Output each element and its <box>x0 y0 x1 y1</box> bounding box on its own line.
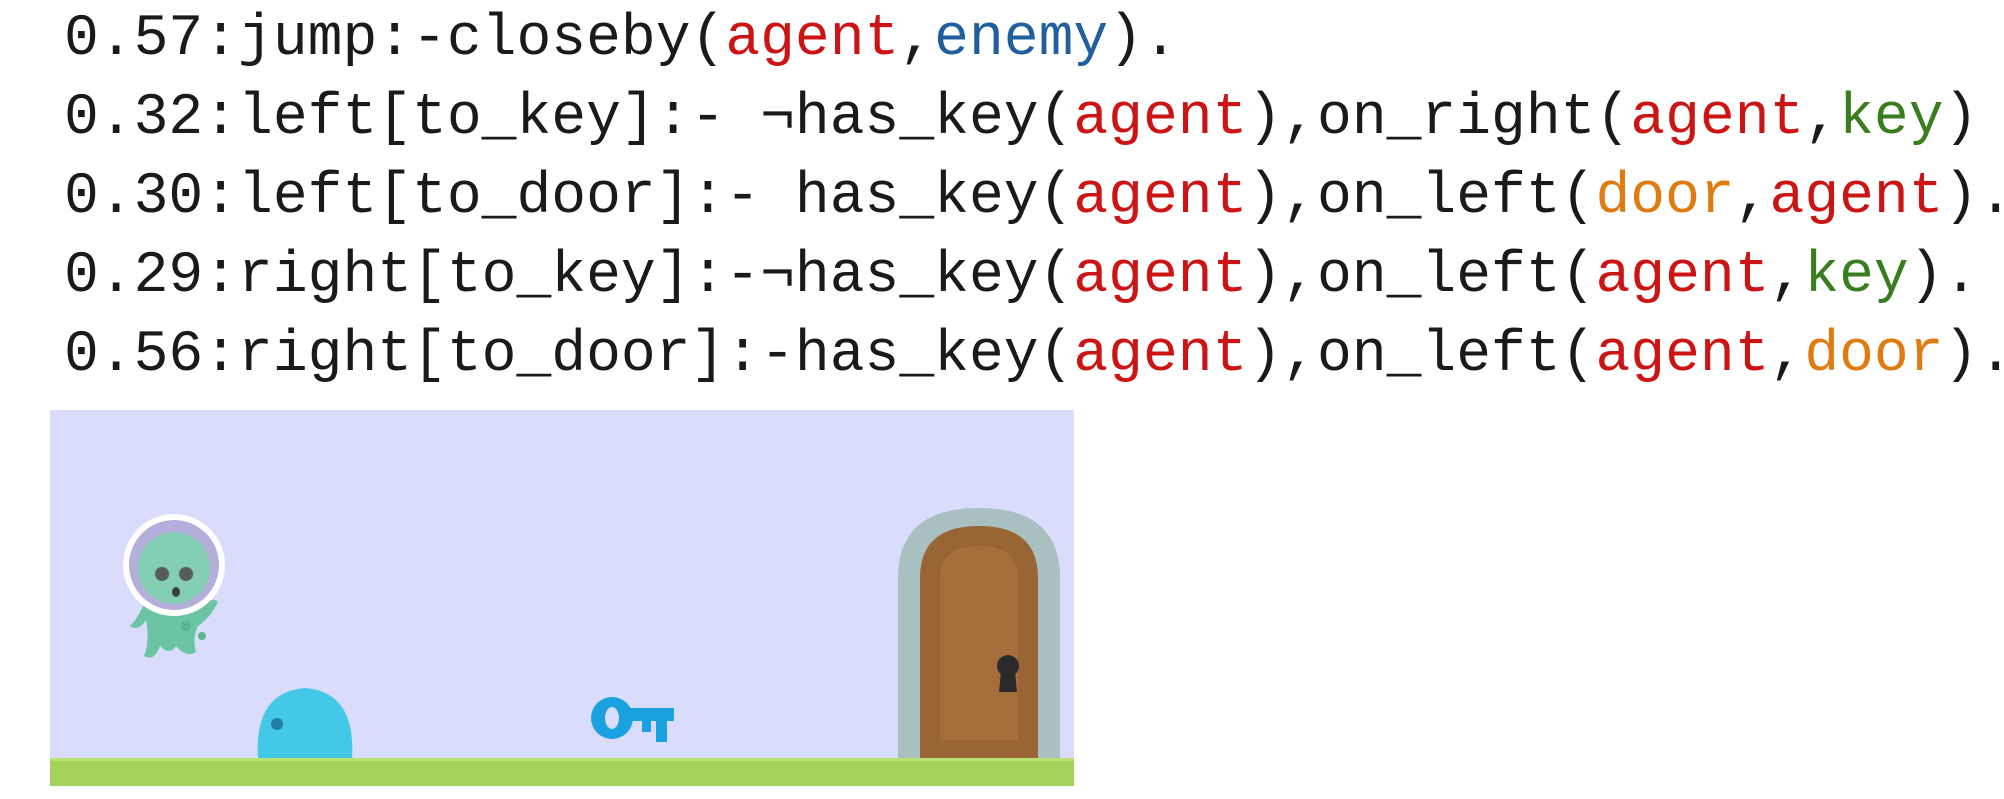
ground <box>50 758 1074 786</box>
rule-term-enemy: enemy <box>934 7 1109 72</box>
rule-text: 0.56:right[to_door]:-has_key( <box>64 323 1074 388</box>
rule-term-agent: agent <box>725 7 900 72</box>
rule-text: 0.57:jump:-closeby( <box>64 7 726 72</box>
rule-text: ) <box>1943 86 1979 151</box>
rule-term-agent: agent <box>1595 244 1770 309</box>
rule-text: , <box>899 7 935 72</box>
rule-line: 0.29:right[to_key]:-¬has_key(agent),on_l… <box>64 237 2000 316</box>
rule-text: ),on_right( <box>1247 86 1631 151</box>
rule-term-agent: agent <box>1073 86 1248 151</box>
rule-text: , <box>1769 323 1805 388</box>
rule-term-agent: agent <box>1769 165 1944 230</box>
rule-text: ),on_left( <box>1247 323 1596 388</box>
rule-line: 0.56:right[to_door]:-has_key(agent),on_l… <box>64 316 2004 395</box>
rule-text: ). <box>1908 244 1979 309</box>
rule-list: 0.57:jump:-closeby(agent,enemy). 0.32:lef… <box>64 0 2004 395</box>
rule-text: ),on_left( <box>1247 165 1596 230</box>
rule-text: ). <box>1108 7 1178 72</box>
agent-alien-icon <box>123 514 225 658</box>
rule-term-agent: agent <box>1595 323 1770 388</box>
rule-text: 0.32:left[to_key]:- ¬has_key( <box>64 86 1074 151</box>
rule-term-agent: agent <box>1073 165 1248 230</box>
rule-term-key: key <box>1839 86 1944 151</box>
enemy-slime-icon <box>257 688 353 758</box>
rule-text: ),on_left( <box>1247 244 1596 309</box>
rule-term-agent: agent <box>1073 244 1248 309</box>
rule-text: , <box>1769 244 1805 309</box>
rule-term-agent: agent <box>1630 86 1805 151</box>
rule-text: 0.29:right[to_key]:-¬has_key( <box>64 244 1074 309</box>
rule-term-door: door <box>1595 165 1735 230</box>
rule-term-door: door <box>1804 323 1944 388</box>
rule-line: 0.30:left[to_door]:- has_key(agent),on_l… <box>64 158 2004 237</box>
key-icon <box>591 697 674 742</box>
rule-line: 0.57:jump:-closeby(agent,enemy). <box>64 0 2000 79</box>
rule-text: , <box>1734 165 1770 230</box>
door-icon <box>898 508 1060 760</box>
rule-line: 0.32:left[to_key]:- ¬has_key(agent),on_r… <box>64 79 2000 158</box>
rule-text: 0.30:left[to_door]:- has_key( <box>64 165 1074 230</box>
rule-text: ). <box>1943 323 2004 388</box>
rule-text: ). <box>1943 165 2004 230</box>
rule-term-key: key <box>1804 244 1909 309</box>
game-scene <box>50 410 1074 786</box>
rule-text: , <box>1804 86 1840 151</box>
rule-term-agent: agent <box>1073 323 1248 388</box>
